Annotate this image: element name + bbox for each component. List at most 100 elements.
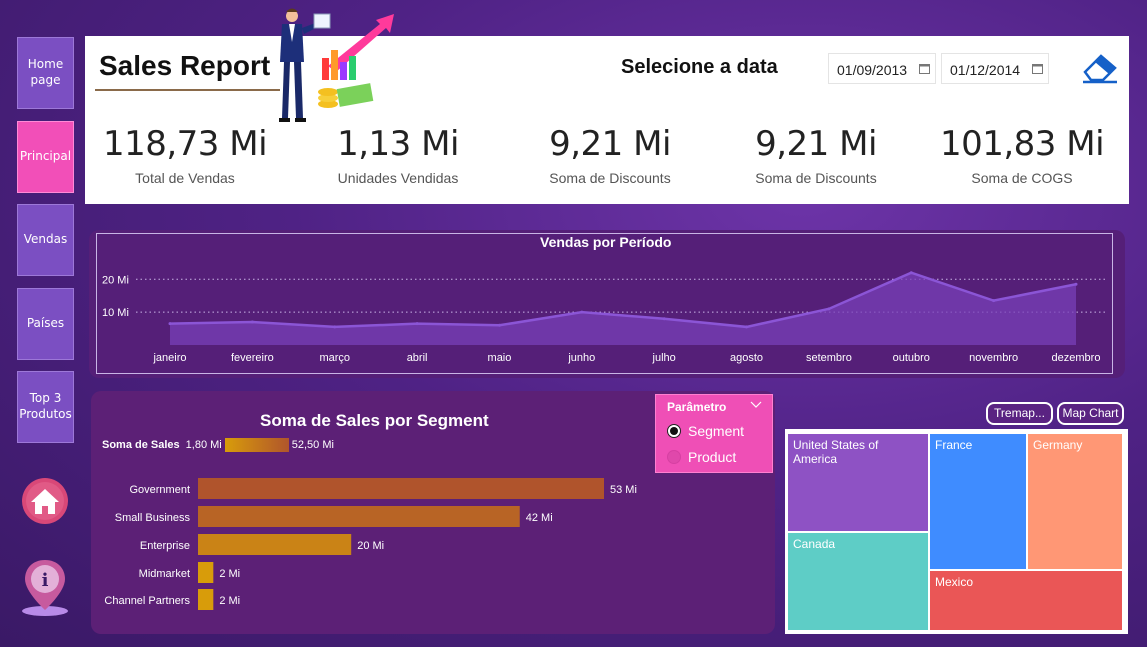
kpi-value: 118,73 Mi	[102, 124, 268, 164]
kpi-value: 9,21 Mi	[549, 124, 671, 164]
data-point	[745, 325, 749, 329]
info-location-icon[interactable]: i	[21, 558, 69, 618]
line-chart[interactable]: 10 Mi 20 Mi janeiro fevereiro março abril maio…	[96, 233, 1113, 374]
x-tick-label: maio	[488, 352, 512, 364]
data-point	[415, 322, 419, 326]
data-point	[909, 271, 913, 275]
data-label: 2 Mi	[219, 595, 240, 607]
nav-principal-label: Principal	[19, 149, 72, 164]
data-label: 53 Mi	[610, 484, 637, 496]
x-tick-label: dezembro	[1052, 352, 1101, 364]
data-point	[580, 310, 584, 314]
nav-vendas-label: Vendas	[23, 232, 68, 247]
parameter-option-segment[interactable]: Segment	[667, 423, 744, 439]
treemap-cell-mexico[interactable]: Mexico	[930, 571, 1122, 630]
kpi-label: Soma de COGS	[971, 170, 1073, 186]
nav-top3-label: Top 3 Produtos	[19, 391, 72, 421]
category-label: Midmarket	[139, 568, 190, 580]
page-title: Sales Report	[99, 50, 271, 81]
data-label: 20 Mi	[357, 540, 384, 552]
nav-home-page-label: Home page	[27, 57, 64, 87]
kpi-value: 101,83 Mi	[939, 124, 1105, 164]
kpi-label: Soma de Discounts	[755, 170, 877, 186]
parameter-slicer: Parâmetro Segment Product	[655, 394, 773, 473]
svg-text:i: i	[42, 570, 49, 591]
kpi-total-vendas: 118,73 Mi Total de Vendas	[85, 124, 285, 186]
end-date-input[interactable]: 01/12/2014	[941, 53, 1049, 84]
x-tick-label: fevereiro	[231, 352, 274, 364]
businessman-illustration-icon	[279, 8, 394, 122]
nav-principal[interactable]: Principal	[17, 121, 74, 193]
end-date-value: 01/12/2014	[950, 62, 1021, 78]
category-label: Government	[129, 484, 190, 496]
calendar-icon[interactable]	[1032, 63, 1043, 74]
treemap-button[interactable]: Tremap...	[986, 402, 1053, 425]
y-tick-label: 10 Mi	[102, 307, 129, 319]
kpi-unidades-vendidas: 1,13 Mi Unidades Vendidas	[298, 124, 498, 186]
data-point	[992, 299, 996, 303]
bar-chart[interactable]: Government 53 Mi Small Business 42 Mi Enterp…	[91, 470, 691, 620]
category-label: Small Business	[115, 512, 191, 524]
treemap-cell-germany[interactable]: Germany	[1028, 434, 1122, 569]
eraser-clear-filters-icon[interactable]	[1081, 50, 1119, 84]
x-tick-label: agosto	[730, 352, 763, 364]
option-label: Segment	[688, 423, 745, 439]
kpi-soma-discounts: 9,21 Mi Soma de Discounts	[510, 124, 710, 186]
radio-unselected-icon[interactable]	[667, 450, 681, 464]
calendar-icon[interactable]	[919, 63, 930, 74]
y-tick-label: 20 Mi	[102, 274, 129, 286]
bar-chart-title: Soma de Sales por Segment	[260, 411, 489, 430]
data-point	[497, 323, 501, 327]
treemap-chart[interactable]: United States of America France Germany …	[785, 429, 1128, 634]
bar-legend-min: 1,80 Mi	[185, 439, 222, 451]
bar-legend-max: 52,50 Mi	[291, 439, 334, 451]
kpi-soma-cogs: 101,83 Mi Soma de COGS	[922, 124, 1122, 186]
date-filter-label: Selecione a data	[621, 56, 778, 78]
bar	[198, 589, 214, 610]
kpi-label: Unidades Vendidas	[337, 170, 459, 186]
parameter-option-product[interactable]: Product	[667, 449, 736, 465]
data-point	[250, 320, 254, 324]
data-point	[827, 307, 831, 311]
data-label: 2 Mi	[219, 568, 240, 580]
bar	[198, 534, 352, 555]
x-tick-label: julho	[652, 352, 676, 364]
bar-legend-label: Soma de Sales	[102, 439, 180, 451]
kpi-label: Soma de Discounts	[549, 170, 671, 186]
bar-legend-gradient	[224, 438, 289, 452]
nav-paises-label: Países	[26, 316, 65, 331]
nav-top3-produtos[interactable]: Top 3 Produtos	[17, 371, 74, 443]
nav-home-page[interactable]: Home page	[17, 37, 74, 109]
category-label: Enterprise	[140, 540, 190, 552]
kpi-value: 1,13 Mi	[337, 124, 459, 164]
bar	[198, 478, 604, 499]
chevron-down-icon[interactable]	[750, 401, 762, 409]
kpi-soma-discounts-2: 9,21 Mi Soma de Discounts	[716, 124, 916, 186]
data-point	[168, 322, 172, 326]
category-label: Channel Partners	[104, 595, 190, 607]
radio-selected-icon[interactable]	[667, 424, 681, 438]
kpi-label: Total de Vendas	[135, 170, 235, 186]
data-point	[333, 325, 337, 329]
x-tick-label: setembro	[806, 352, 852, 364]
treemap-cell-canada[interactable]: Canada	[788, 533, 928, 630]
title-underline	[95, 89, 280, 91]
treemap-cell-france[interactable]: France	[930, 434, 1026, 569]
option-label: Product	[688, 449, 737, 465]
data-point	[1074, 282, 1078, 286]
x-tick-label: outubro	[893, 352, 930, 364]
bar	[198, 562, 214, 583]
header-card: Sales Report Selecione a data 01/09/2013…	[85, 8, 1129, 204]
kpi-value: 9,21 Mi	[755, 124, 877, 164]
start-date-value: 01/09/2013	[837, 62, 908, 78]
data-label: 42 Mi	[526, 512, 553, 524]
parameter-title: Parâmetro	[667, 400, 727, 414]
nav-paises[interactable]: Países	[17, 288, 74, 360]
start-date-input[interactable]: 01/09/2013	[828, 53, 936, 84]
map-chart-button[interactable]: Map Chart	[1057, 402, 1124, 425]
x-tick-label: junho	[567, 352, 595, 364]
bar-legend: Soma de Sales 1,80 Mi 52,50 Mi	[102, 438, 334, 452]
treemap-cell-usa[interactable]: United States of America	[788, 434, 928, 531]
nav-vendas[interactable]: Vendas	[17, 204, 74, 276]
home-icon[interactable]	[21, 477, 69, 525]
